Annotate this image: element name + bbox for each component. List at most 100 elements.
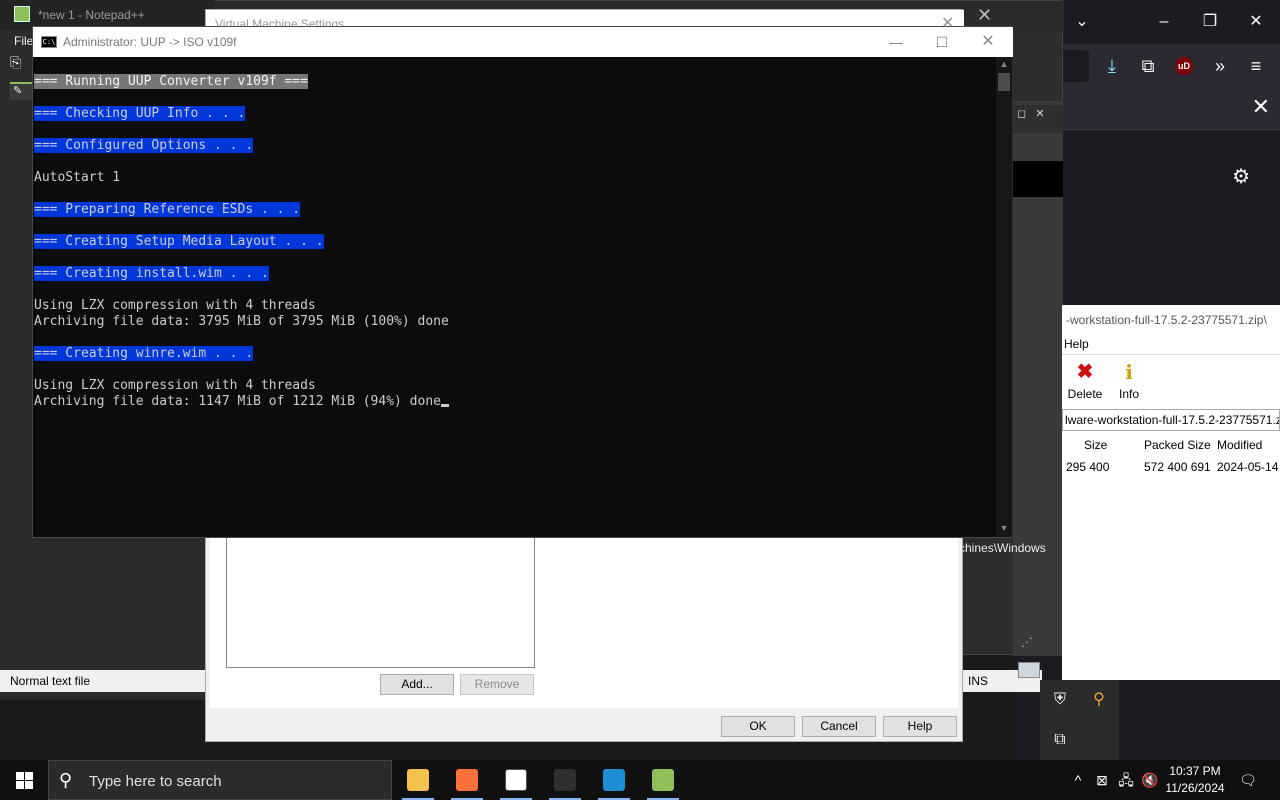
console-line-text: Using LZX compression with 4 threads	[34, 378, 316, 393]
info-button[interactable]: i Info	[1106, 357, 1152, 401]
menu-file[interactable]: File	[14, 34, 33, 48]
resize-grip-icon[interactable]: ⋰	[1021, 635, 1033, 649]
console-window: C:\ Administrator: UUP -> ISO v109f — ☐ …	[32, 26, 1013, 538]
menu-icon[interactable]: ≡	[1239, 50, 1273, 82]
delete-icon: ✖	[1076, 361, 1094, 383]
security-shield-icon[interactable]: ⛨	[1045, 686, 1075, 714]
console-line: Archiving file data: 3795 MiB of 3795 Mi…	[34, 314, 449, 330]
console-line-text: === Running UUP Converter v109f ===	[34, 74, 308, 89]
status-file-type: Normal text file	[0, 670, 215, 692]
console-output[interactable]: === Running UUP Converter v109f === === C…	[33, 57, 996, 537]
close-icon[interactable]: ✕	[977, 5, 992, 26]
network-status-icon[interactable]: ⊠	[1092, 760, 1112, 800]
console-line-text: AutoStart 1	[34, 170, 121, 185]
minimize-icon[interactable]: –	[1141, 0, 1187, 44]
scroll-up-icon[interactable]: ▲	[996, 59, 1012, 69]
hardware-list[interactable]	[226, 536, 535, 668]
console-titlebar: C:\ Administrator: UUP -> ISO v109f — ☐ …	[33, 27, 1013, 57]
restore-icon[interactable]: ◻	[1017, 108, 1026, 120]
column-size[interactable]: Size	[1084, 438, 1107, 452]
taskbar-app-button[interactable]	[394, 760, 442, 800]
cell-size: 295 400	[1066, 460, 1110, 474]
remove-button[interactable]: Remove	[460, 674, 534, 695]
copy-icon[interactable]: ⧉	[1045, 726, 1075, 754]
more-tools-icon[interactable]: »	[1203, 50, 1237, 82]
console-line: === Checking UUP Info . . .	[34, 106, 246, 122]
console-line-text: === Creating install.wim . . .	[34, 266, 269, 281]
hidden-icons-popup: ⛨ ⚲ ⧉	[1040, 680, 1119, 762]
list-all-tabs-icon[interactable]: ⌄	[1059, 0, 1105, 44]
cancel-button[interactable]: Cancel	[802, 716, 876, 737]
taskbar-app-button[interactable]	[639, 760, 687, 800]
console-line: Using LZX compression with 4 threads	[34, 298, 316, 314]
console-line-text: === Preparing Reference ESDs . . .	[34, 202, 301, 217]
help-button[interactable]: Help	[883, 716, 957, 737]
search-tool-icon[interactable]: ⚲	[1084, 686, 1114, 714]
close-icon[interactable]: ✕	[1233, 0, 1279, 44]
taskbar-app-button[interactable]	[443, 760, 491, 800]
console-line-text: === Configured Options . . .	[34, 138, 254, 153]
archive-path: -workstation-full-17.5.2-23775571.zip\	[1066, 313, 1267, 327]
downloads-icon[interactable]: ⤓	[1095, 50, 1129, 82]
close-notification-icon[interactable]: ✕	[1252, 94, 1270, 120]
clock[interactable]: 10:37 PM 11/26/2024	[1160, 763, 1230, 797]
column-packed-size[interactable]: Packed Size	[1144, 438, 1211, 452]
table-row[interactable]: 295 400 572 400 691 2024-05-14 1	[1062, 458, 1280, 476]
vmware-panel-block	[1013, 161, 1063, 197]
column-modified[interactable]: Modified	[1217, 438, 1262, 452]
ublock-origin-icon[interactable]: uD	[1175, 57, 1193, 75]
vmware-icon	[603, 769, 625, 791]
extensions-icon[interactable]: ⧉	[1131, 50, 1165, 82]
file-explorer-icon	[407, 769, 429, 791]
maximize-icon[interactable]: ☐	[919, 29, 965, 55]
ok-button[interactable]: OK	[721, 716, 795, 737]
start-button[interactable]	[0, 760, 48, 800]
taskbar: ⚲ Type here to search ^ ⊠ 🖧 🔇 10:37 PM 1…	[0, 760, 1280, 800]
notification-center-icon[interactable]: 🗨	[1236, 760, 1260, 800]
close-icon[interactable]: ✕	[965, 29, 1011, 55]
console-line-text: Using LZX compression with 4 threads	[34, 298, 316, 313]
console-line: AutoStart 1	[34, 170, 120, 186]
taskbar-app-button[interactable]	[541, 760, 589, 800]
vertical-scrollbar[interactable]: ▲ ▼	[996, 57, 1012, 537]
firefox-icon	[456, 769, 478, 791]
console-line: Archiving file data: 1147 MiB of 1212 Mi…	[34, 394, 449, 410]
column-header: Size Packed Size Modified	[1062, 436, 1280, 456]
windows-logo-icon	[16, 772, 24, 780]
taskbar-app-button[interactable]	[492, 760, 540, 800]
taskbar-app-button[interactable]	[590, 760, 638, 800]
console-icon: C:\	[41, 36, 57, 48]
settings-gear-icon[interactable]: ⚙	[1232, 164, 1250, 189]
taskbar-search-box[interactable]: ⚲ Type here to search	[48, 760, 392, 800]
console-line-text: === Creating winre.wim . . .	[34, 346, 254, 361]
address-bar[interactable]: lware-workstation-full-17.5.2-23775571.z…	[1062, 409, 1280, 431]
volume-muted-icon[interactable]: 🔇	[1140, 760, 1160, 800]
show-hidden-icons-icon[interactable]: ^	[1068, 760, 1088, 800]
console-line: === Creating winre.wim . . .	[34, 346, 254, 362]
console-line: Using LZX compression with 4 threads	[34, 378, 316, 394]
add-button[interactable]: Add...	[380, 674, 454, 695]
menu-help[interactable]: Help	[1064, 337, 1089, 351]
text-cursor	[441, 404, 449, 407]
7zip-window: -workstation-full-17.5.2-23775571.zip\ H…	[1062, 305, 1280, 680]
restore-icon[interactable]: ❐	[1187, 0, 1233, 44]
new-file-icon[interactable]: ⎘	[10, 54, 21, 71]
terminal-icon	[554, 769, 576, 791]
edit-icon[interactable]: ✎	[10, 82, 34, 100]
menu-bar: Help	[1062, 333, 1280, 355]
console-line-text: === Checking UUP Info . . .	[34, 106, 246, 121]
close-icon[interactable]: ✕	[1035, 108, 1044, 120]
window-thumbnail-icon[interactable]	[1018, 662, 1040, 678]
notepadpp-icon	[652, 769, 674, 791]
vm-path-text: chines\Windows	[959, 541, 1046, 555]
delete-button[interactable]: ✖ Delete	[1062, 357, 1108, 401]
minimize-icon[interactable]: —	[873, 29, 919, 55]
console-line: === Preparing Reference ESDs . . .	[34, 202, 301, 218]
ethernet-icon[interactable]: 🖧	[1116, 760, 1136, 800]
panel-controls: ◻ ✕	[1017, 107, 1045, 120]
console-title: Administrator: UUP -> ISO v109f	[63, 35, 237, 49]
console-line: === Creating install.wim . . .	[34, 266, 269, 282]
scrollbar-thumb[interactable]	[998, 73, 1010, 91]
info-icon: i	[1125, 360, 1133, 384]
scroll-down-icon[interactable]: ▼	[996, 523, 1012, 533]
